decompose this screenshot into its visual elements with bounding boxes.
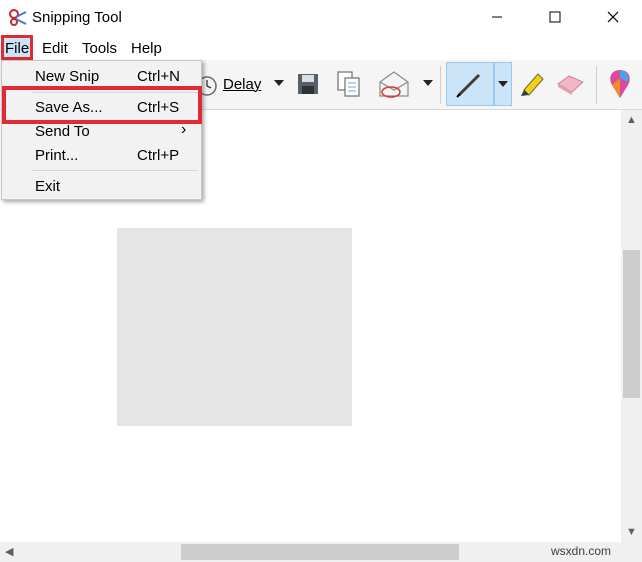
pen-dropdown-arrow-icon <box>498 81 508 87</box>
copy-icon[interactable] <box>336 70 362 98</box>
delay-dropdown-arrow-icon[interactable] <box>274 80 284 88</box>
eraser-icon[interactable] <box>555 70 585 98</box>
menu-item-print[interactable]: Print... Ctrl+P <box>2 144 201 168</box>
close-icon <box>607 11 619 23</box>
delay-button[interactable]: Delay <box>223 76 261 93</box>
scrollbar-corner <box>621 542 642 562</box>
highlighter-icon[interactable] <box>518 68 546 98</box>
pen-dropdown-button[interactable] <box>494 62 512 106</box>
menu-file[interactable]: File <box>5 40 29 57</box>
paint-3d-icon[interactable] <box>606 68 634 102</box>
menu-edit[interactable]: Edit <box>42 40 68 57</box>
vertical-scroll-thumb[interactable] <box>623 250 640 398</box>
watermark: wsxdn.com <box>551 544 612 558</box>
title-bar: Snipping Tool <box>0 0 642 34</box>
window-title: Snipping Tool <box>32 9 122 26</box>
snipping-tool-icon <box>9 9 27 26</box>
menu-item-shortcut: Ctrl+N <box>137 68 180 85</box>
close-button[interactable] <box>584 0 642 34</box>
menu-item-shortcut: Ctrl+P <box>137 147 180 164</box>
scroll-down-arrow-icon[interactable]: ▼ <box>626 526 637 538</box>
horizontal-scroll-thumb[interactable] <box>181 544 459 560</box>
menu-item-label: Exit <box>35 178 61 195</box>
maximize-icon <box>549 11 561 23</box>
pen-button[interactable] <box>446 62 494 106</box>
save-as-highlight <box>2 86 202 124</box>
menu-item-label: Send To <box>35 123 90 140</box>
send-dropdown-arrow-icon[interactable] <box>423 80 433 88</box>
scroll-left-arrow-icon[interactable]: ◀ <box>5 545 13 558</box>
send-snip-icon[interactable] <box>378 70 410 100</box>
menu-item-exit[interactable]: Exit <box>2 175 201 199</box>
maximize-button[interactable] <box>526 0 584 34</box>
menu-help[interactable]: Help <box>131 40 162 57</box>
menu-tools[interactable]: Tools <box>82 40 117 57</box>
save-icon[interactable] <box>296 72 320 96</box>
minimize-icon <box>492 16 502 18</box>
minimize-button[interactable] <box>468 0 526 34</box>
file-menu-dropdown: New Snip Ctrl+N Save As... Ctrl+S Send T… <box>1 60 202 200</box>
menu-item-label: Print... <box>35 147 79 164</box>
snip-image <box>117 228 352 426</box>
menu-item-label: New Snip <box>35 68 100 85</box>
scroll-up-arrow-icon[interactable]: ▲ <box>626 114 637 126</box>
pen-icon <box>456 73 481 98</box>
